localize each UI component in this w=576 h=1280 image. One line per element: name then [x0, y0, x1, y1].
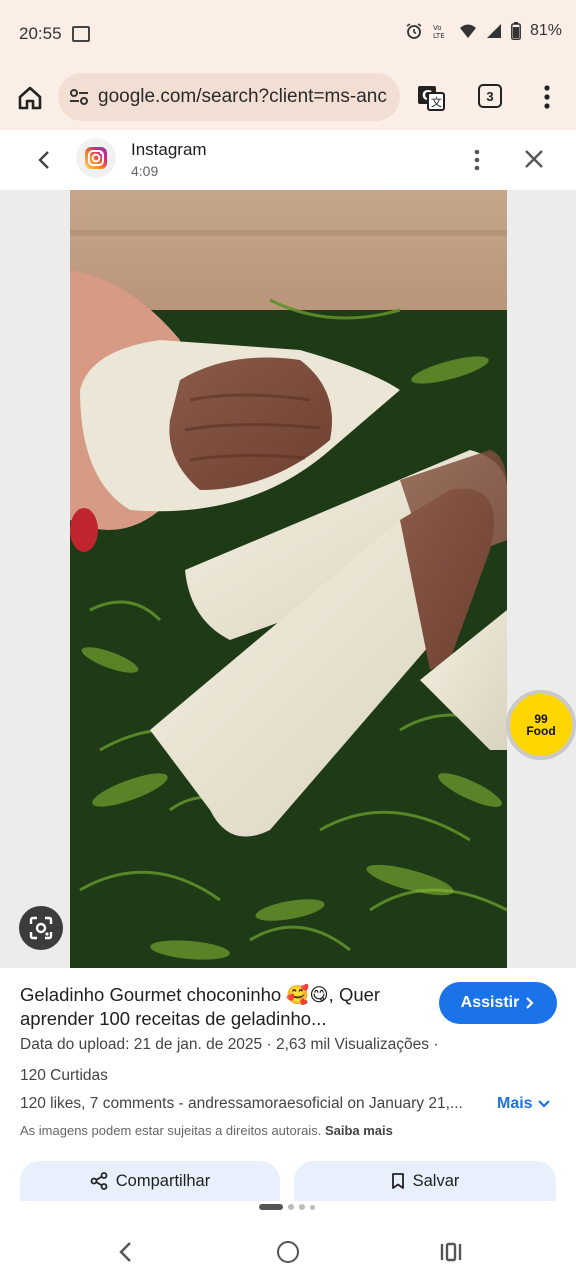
bookmark-icon	[391, 1173, 404, 1189]
pager-dot	[299, 1204, 305, 1210]
geladinho-photo	[70, 190, 507, 968]
nav-back-icon	[119, 1242, 131, 1262]
carousel-pager	[259, 1204, 315, 1210]
address-bar[interactable]: google.com/search?client=ms-anc	[58, 73, 400, 121]
viewer-more-button[interactable]	[467, 146, 487, 174]
save-button[interactable]: Salvar	[294, 1161, 556, 1201]
home-icon	[18, 86, 42, 110]
nav-home-button[interactable]	[277, 1241, 299, 1263]
url-text[interactable]: google.com/search?client=ms-anc	[98, 86, 387, 108]
battery-percent: 81%	[529, 22, 562, 39]
chevron-right-icon	[526, 997, 534, 1009]
more-vert-icon	[474, 149, 480, 171]
more-label: Mais	[497, 1095, 533, 1112]
recents-icon	[440, 1242, 462, 1262]
instagram-logo	[76, 138, 116, 178]
visit-button[interactable]: Assistir	[439, 982, 557, 1024]
wifi-icon	[459, 23, 477, 39]
svg-text:LTE: LTE	[433, 32, 445, 40]
back-button[interactable]	[32, 146, 56, 174]
visit-button-label: Assistir	[460, 994, 520, 1011]
close-button[interactable]	[521, 146, 547, 172]
source-duration: 4:09	[131, 163, 159, 179]
image-viewer: 99 Food	[0, 190, 576, 968]
share-icon	[90, 1172, 108, 1190]
result-title[interactable]: Geladinho Gourmet choconinho 🥰😋, Quer ap…	[20, 983, 420, 1031]
alarm-icon	[405, 22, 423, 40]
translate-icon: G文	[418, 86, 445, 111]
meta-separator: ·	[433, 1036, 439, 1053]
copyright-text: As imagens podem estar sujeitas a direit…	[20, 1123, 322, 1138]
meta-line: Data do upload: 21 de jan. de 2025 · 2,6…	[20, 1036, 439, 1054]
gallery-notification-icon	[72, 26, 90, 42]
browser-menu-button[interactable]	[537, 82, 557, 112]
svg-text:文: 文	[431, 95, 442, 109]
battery-icon	[511, 22, 521, 40]
pager-dot	[310, 1204, 315, 1210]
chevron-left-icon	[38, 151, 49, 169]
share-label: Compartilhar	[115, 1171, 211, 1190]
pager-dot-active	[259, 1204, 283, 1210]
more-vert-icon	[544, 85, 550, 109]
close-icon	[525, 150, 543, 168]
volte-icon: Vo LTE	[432, 22, 450, 40]
google-lens-icon	[29, 916, 53, 940]
copyright-notice: As imagens podem estar sujeitas a direit…	[20, 1123, 393, 1138]
share-button[interactable]: Compartilhar	[20, 1161, 280, 1201]
more-button[interactable]: Mais	[497, 1095, 551, 1113]
like-count: 120 Curtidas	[20, 1067, 108, 1084]
view-count: 2,63 mil Visualizações	[275, 1036, 430, 1053]
status-bar: 20:55 Vo LTE 81%	[0, 0, 576, 70]
badge-line2: Food	[526, 724, 556, 738]
status-time: 20:55	[19, 24, 62, 43]
lens-search-button[interactable]	[19, 906, 63, 950]
upload-date: Data do upload: 21 de jan. de 2025	[20, 1036, 263, 1053]
pager-dot	[288, 1204, 294, 1210]
instagram-icon	[85, 147, 107, 169]
tab-switcher-button[interactable]: 3	[478, 84, 502, 108]
status-icons: Vo LTE 81%	[405, 22, 562, 40]
meta-separator: ·	[266, 1036, 276, 1053]
home-button[interactable]	[16, 84, 44, 112]
learn-more-link[interactable]: Saiba mais	[325, 1123, 393, 1138]
site-settings-icon[interactable]	[68, 86, 90, 108]
chevron-down-icon	[537, 1100, 550, 1108]
translate-button[interactable]: G文	[416, 83, 446, 113]
nav-recents-button[interactable]	[439, 1241, 463, 1263]
result-info-panel: Geladinho Gourmet choconinho 🥰😋, Quer ap…	[0, 968, 576, 1201]
save-label: Salvar	[412, 1171, 460, 1190]
browser-toolbar: google.com/search?client=ms-anc G文 3	[0, 70, 576, 130]
result-description: 120 likes, 7 comments - andressamoraesof…	[20, 1095, 463, 1112]
99food-floating-badge[interactable]: 99 Food	[506, 690, 576, 760]
nav-back-button[interactable]	[116, 1240, 136, 1264]
system-nav-bar	[0, 1222, 576, 1280]
viewer-header: Instagram 4:09	[0, 130, 576, 190]
svg-text:Vo: Vo	[433, 24, 442, 32]
signal-icon	[486, 23, 502, 39]
source-name[interactable]: Instagram	[131, 140, 207, 160]
result-image[interactable]	[70, 190, 507, 968]
